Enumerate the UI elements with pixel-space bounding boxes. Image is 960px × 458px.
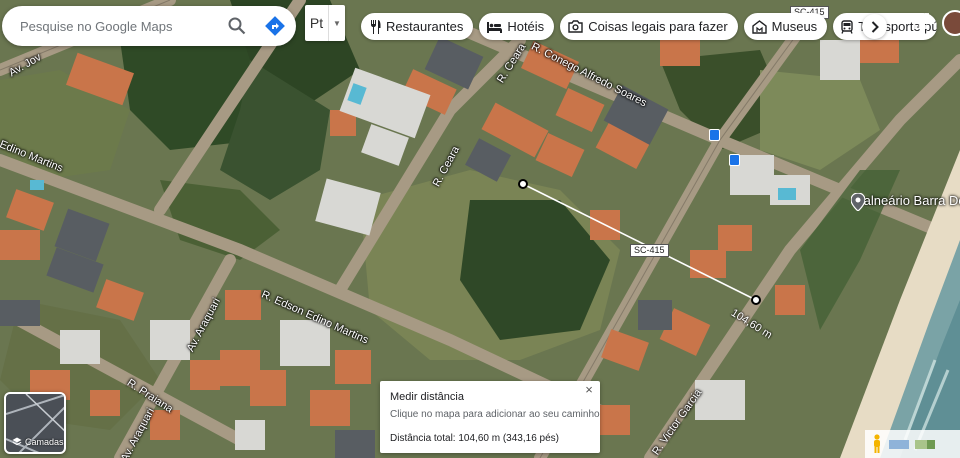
transit-icon xyxy=(841,19,853,34)
layers-label-group: Camadas xyxy=(12,437,64,447)
search-button[interactable] xyxy=(222,11,252,41)
search-icon xyxy=(228,17,246,35)
chip-label: Coisas legais para fazer xyxy=(588,19,728,34)
layers-icon xyxy=(12,437,22,446)
chip-hotels[interactable]: Hotéis xyxy=(479,13,555,40)
chip-label: Hotéis xyxy=(507,19,545,34)
chip-restaurants[interactable]: Restaurantes xyxy=(361,13,474,40)
hotel-icon xyxy=(487,21,503,33)
chevron-right-icon xyxy=(871,20,879,33)
chip-label: Restaurantes xyxy=(386,19,464,34)
bus-stop-icon-2[interactable] xyxy=(729,154,740,166)
chip-museums[interactable]: Museus xyxy=(743,13,828,40)
place-pin-icon xyxy=(851,193,865,211)
museum-icon xyxy=(751,19,767,34)
directions-button[interactable] xyxy=(260,11,290,41)
measure-distance-card: Medir distância Clique no mapa para adic… xyxy=(380,381,600,453)
search-box xyxy=(2,6,296,46)
directions-icon xyxy=(265,16,285,36)
travel-mode-selector[interactable]: Pt ▼ xyxy=(305,5,345,41)
layers-button[interactable]: Camadas xyxy=(4,392,66,454)
layers-label: Camadas xyxy=(25,437,64,447)
chip-label: Museus xyxy=(771,19,818,34)
bottom-right-controls xyxy=(865,430,960,458)
camera-icon xyxy=(568,20,583,33)
measure-card-hint: Clique no mapa para adicionar ao seu cam… xyxy=(390,409,600,420)
measure-start-point[interactable] xyxy=(518,179,528,189)
travel-mode-label: Pt xyxy=(305,5,329,41)
restaurant-icon xyxy=(371,19,381,34)
chevron-down-icon: ▼ xyxy=(333,18,341,28)
chips-next-button[interactable] xyxy=(862,14,887,39)
poi-label: Balneário Barra Do xyxy=(855,193,960,208)
category-chips: Restaurantes Hotéis Coisas legais para f… xyxy=(361,13,938,40)
search-input[interactable] xyxy=(20,18,216,34)
measure-end-point[interactable] xyxy=(751,295,761,305)
close-button[interactable]: × xyxy=(582,383,596,397)
bus-stop-icon[interactable] xyxy=(709,129,720,141)
apps-grid-icon[interactable] xyxy=(912,12,930,30)
chip-things-to-do[interactable]: Coisas legais para fazer xyxy=(560,13,738,40)
measure-card-title: Medir distância xyxy=(390,391,464,403)
imagery-thumbnail-icon[interactable] xyxy=(889,439,909,449)
terrain-thumbnail-icon[interactable] xyxy=(915,439,935,449)
poi-balneario[interactable]: Balneário Barra Do xyxy=(851,193,960,211)
pegman-icon[interactable] xyxy=(871,434,883,454)
road-shield-sc415-mid: SC-415 xyxy=(630,244,669,257)
measure-card-total: Distância total: 104,60 m (343,16 pés) xyxy=(390,433,559,444)
